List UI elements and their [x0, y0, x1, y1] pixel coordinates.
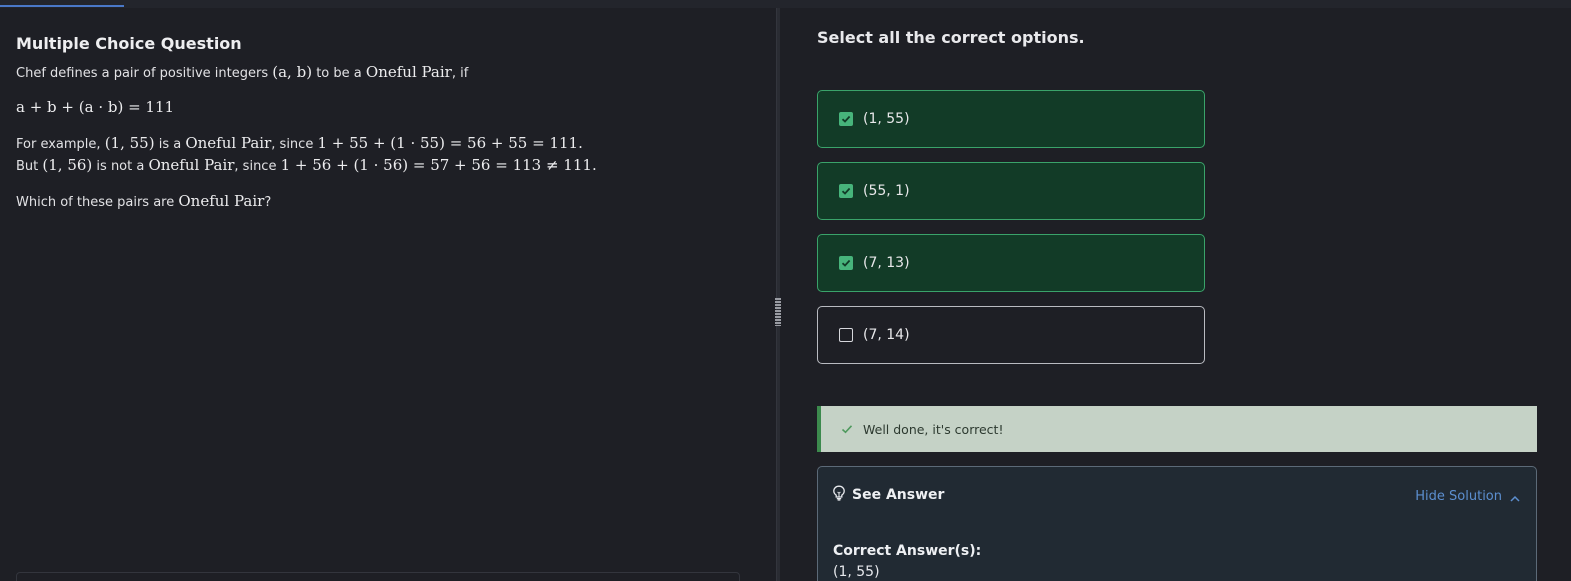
editor-panel-edge — [16, 572, 740, 581]
option-label: (7, 14) — [863, 327, 910, 343]
problem-pane: Multiple Choice Question Chef defines a … — [0, 8, 776, 581]
answer-pane: Select all the correct options. (1, 55) … — [781, 8, 1571, 581]
question-intro: Chef defines a pair of positive integers… — [16, 63, 469, 81]
hide-solution-button[interactable]: Hide Solution — [1415, 487, 1520, 506]
checkbox-checked-icon[interactable] — [839, 256, 853, 270]
definition-equation: a + b + (a · b) = 111 — [16, 98, 175, 116]
option-4[interactable]: (7, 14) — [817, 306, 1205, 364]
example-line-2: But (1, 56) is not a Oneful Pair, since … — [16, 156, 597, 174]
correct-answers-heading: Correct Answer(s): — [833, 543, 982, 559]
lightbulb-icon — [832, 485, 846, 505]
solution-panel: See Answer Hide Solution Correct Answer(… — [817, 466, 1537, 581]
chevron-up-icon — [1510, 487, 1520, 506]
term-oneful-pair: Oneful Pair — [365, 63, 452, 81]
pane-splitter[interactable] — [776, 8, 780, 581]
option-2[interactable]: (55, 1) — [817, 162, 1205, 220]
option-label: (55, 1) — [863, 183, 910, 199]
check-icon — [841, 420, 853, 439]
example-line-1: For example, (1, 55) is a Oneful Pair, s… — [16, 134, 583, 152]
checkbox-empty-icon[interactable] — [839, 328, 853, 342]
option-3[interactable]: (7, 13) — [817, 234, 1205, 292]
option-1[interactable]: (1, 55) — [817, 90, 1205, 148]
success-message: Well done, it's correct! — [863, 421, 1004, 437]
success-banner: Well done, it's correct! — [817, 406, 1537, 452]
question-title: Multiple Choice Question — [16, 34, 242, 53]
checkbox-checked-icon[interactable] — [839, 184, 853, 198]
option-label: (1, 55) — [863, 111, 910, 127]
question-prompt: Which of these pairs are Oneful Pair? — [16, 192, 272, 210]
select-instruction: Select all the correct options. — [817, 28, 1085, 47]
math-pair: (a, b) — [272, 63, 313, 81]
top-bar — [0, 0, 1571, 8]
progress-indicator — [0, 5, 124, 7]
hide-solution-label: Hide Solution — [1415, 489, 1502, 504]
option-label: (7, 13) — [863, 255, 910, 271]
correct-answer-value: (1, 55) — [833, 564, 880, 580]
checkbox-checked-icon[interactable] — [839, 112, 853, 126]
see-answer-label: See Answer — [852, 487, 945, 503]
see-answer-header: See Answer — [832, 485, 944, 505]
